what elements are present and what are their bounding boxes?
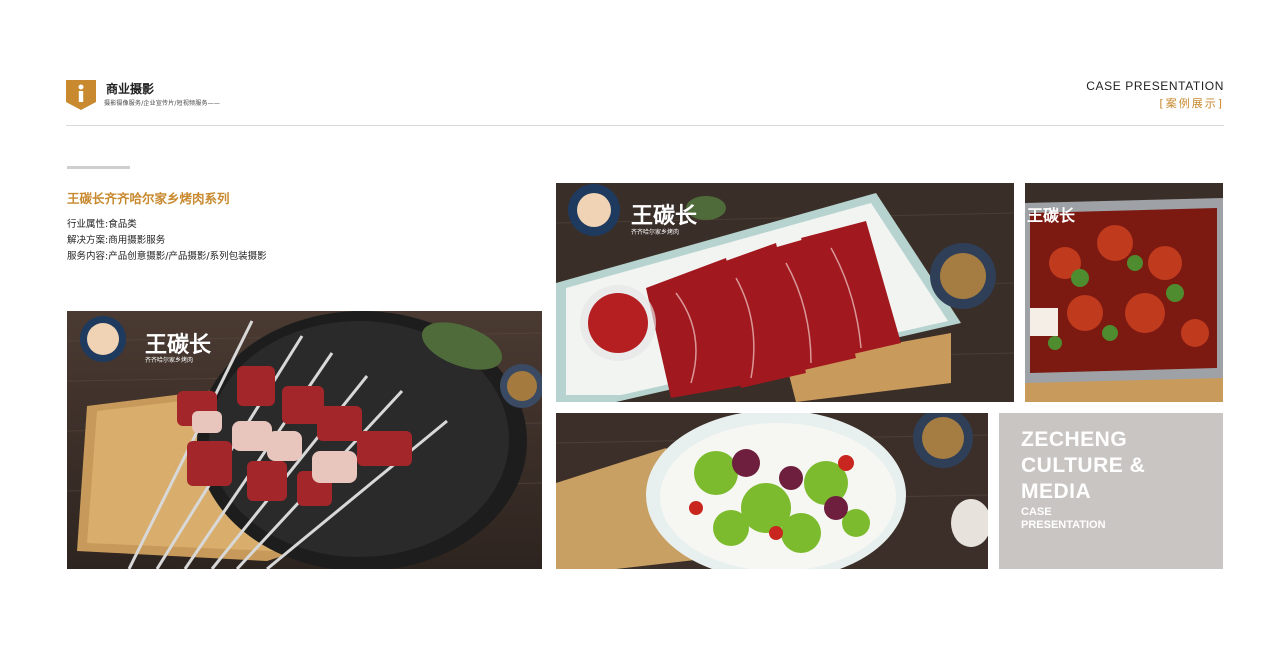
brand-line-1: ZECHENG (1021, 428, 1128, 451)
case-presentation-cn: [案例展示] (1159, 97, 1224, 110)
photo3-logo-name: 王碳长 (1027, 206, 1076, 225)
case-presentation-en: CASE PRESENTATION (1086, 79, 1224, 93)
brand-subtitle: 摄影摄像服务/企业宣传片/短视频服务—— (104, 100, 221, 107)
photo-salad (556, 413, 988, 569)
services-text: 服务内容:产品创意摄影/产品摄影/系列包装摄影 (67, 251, 267, 262)
case-page: 商业摄影 摄影摄像服务/企业宣传片/短视频服务—— CASE PRESENTAT… (0, 0, 1280, 653)
photo1-logo-tagline: 齐齐哈尔家乡烤肉 (145, 356, 193, 364)
brand-line-3: MEDIA (1021, 480, 1092, 503)
photo2-logo-tagline: 齐齐哈尔家乡烤肉 (631, 228, 679, 236)
accent-bar (67, 166, 130, 169)
photo-beef: 王碳长 齐齐哈尔家乡烤肉 (556, 183, 1014, 402)
photo1-logo-name: 王碳长 (145, 333, 212, 358)
photo-spicy-tray: 王碳长 (1025, 183, 1223, 402)
info-badge-icon (66, 80, 96, 110)
brand-title: 商业摄影 (106, 82, 155, 96)
photo-skewers: 王碳长 齐齐哈尔家乡烤肉 (67, 311, 542, 569)
brand-block: ZECHENG CULTURE & MEDIA CASE PRESENTATIO… (999, 413, 1223, 569)
brand-small-2: PRESENTATION (1021, 519, 1106, 531)
brand-line-2: CULTURE & (1021, 454, 1146, 477)
photo2-logo-name: 王碳长 (631, 204, 698, 229)
brand-small-1: CASE (1021, 506, 1052, 518)
industry-text: 行业属性:食品类 (67, 219, 137, 230)
header-divider (66, 125, 1224, 126)
project-title: 王碳长齐齐哈尔家乡烤肉系列 (67, 191, 230, 206)
solution-text: 解决方案:商用摄影服务 (67, 235, 166, 246)
